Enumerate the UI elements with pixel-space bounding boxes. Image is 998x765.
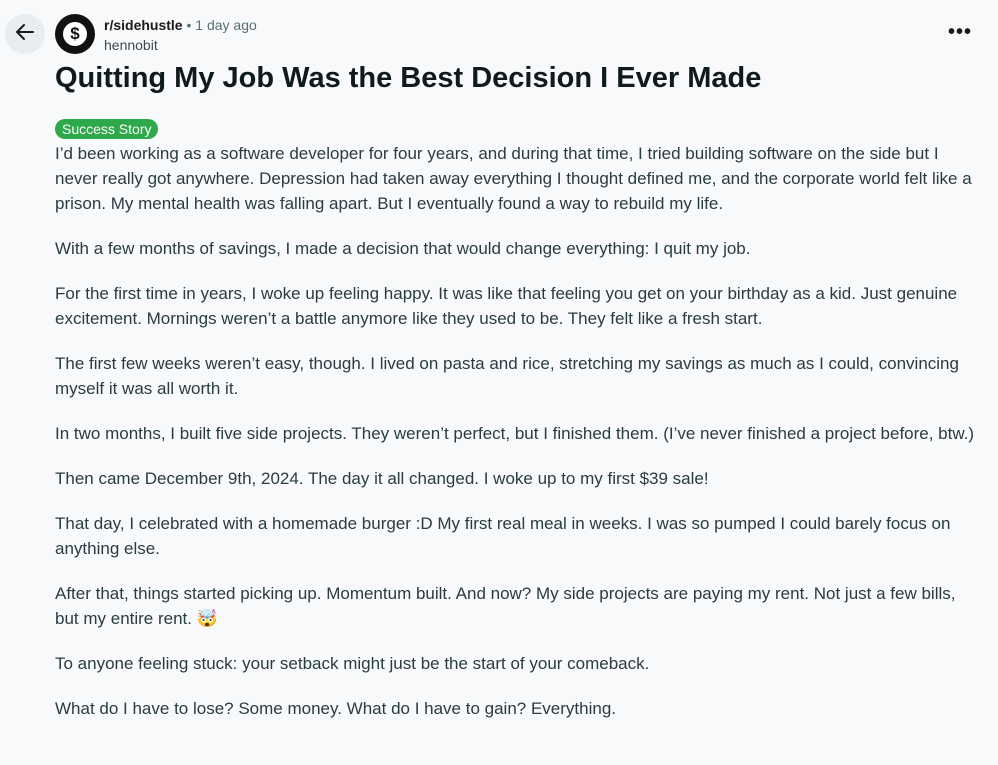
post-paragraph: After that, things started picking up. M… bbox=[55, 584, 956, 628]
post-flair[interactable]: Success Story bbox=[55, 119, 159, 139]
post-paragraph: To anyone feeling stuck: your setback mi… bbox=[55, 654, 650, 673]
subreddit-link[interactable]: r/sidehustle bbox=[104, 17, 183, 33]
subreddit-avatar[interactable]: $ bbox=[55, 14, 95, 54]
arrow-left-icon bbox=[14, 21, 36, 48]
post-paragraph: Then came December 9th, 2024. The day it… bbox=[55, 469, 709, 488]
post-paragraph: For the first time in years, I woke up f… bbox=[55, 284, 958, 328]
post-meta: r/sidehustle • 1 day ago hennobit bbox=[104, 15, 257, 55]
post-paragraph: That day, I celebrated with a homemade b… bbox=[55, 514, 951, 558]
back-button[interactable] bbox=[5, 14, 45, 54]
post-paragraph: What do I have to lose? Some money. What… bbox=[55, 699, 616, 718]
more-options-button[interactable]: ••• bbox=[948, 22, 972, 42]
post-paragraph: The first few weeks weren’t easy, though… bbox=[55, 354, 959, 398]
dollar-icon: $ bbox=[63, 22, 87, 46]
post-body: I’d been working as a software developer… bbox=[55, 141, 975, 741]
post-paragraph: I’d been working as a software developer… bbox=[55, 144, 972, 213]
post-paragraph: In two months, I built five side project… bbox=[55, 424, 975, 443]
author-link[interactable]: hennobit bbox=[104, 35, 257, 55]
post-title: Quitting My Job Was the Best Decision I … bbox=[55, 62, 762, 94]
more-horizontal-icon: ••• bbox=[947, 21, 972, 43]
meta-separator: • bbox=[186, 17, 192, 33]
post-time: 1 day ago bbox=[195, 17, 257, 33]
post-paragraph: With a few months of savings, I made a d… bbox=[55, 239, 751, 258]
